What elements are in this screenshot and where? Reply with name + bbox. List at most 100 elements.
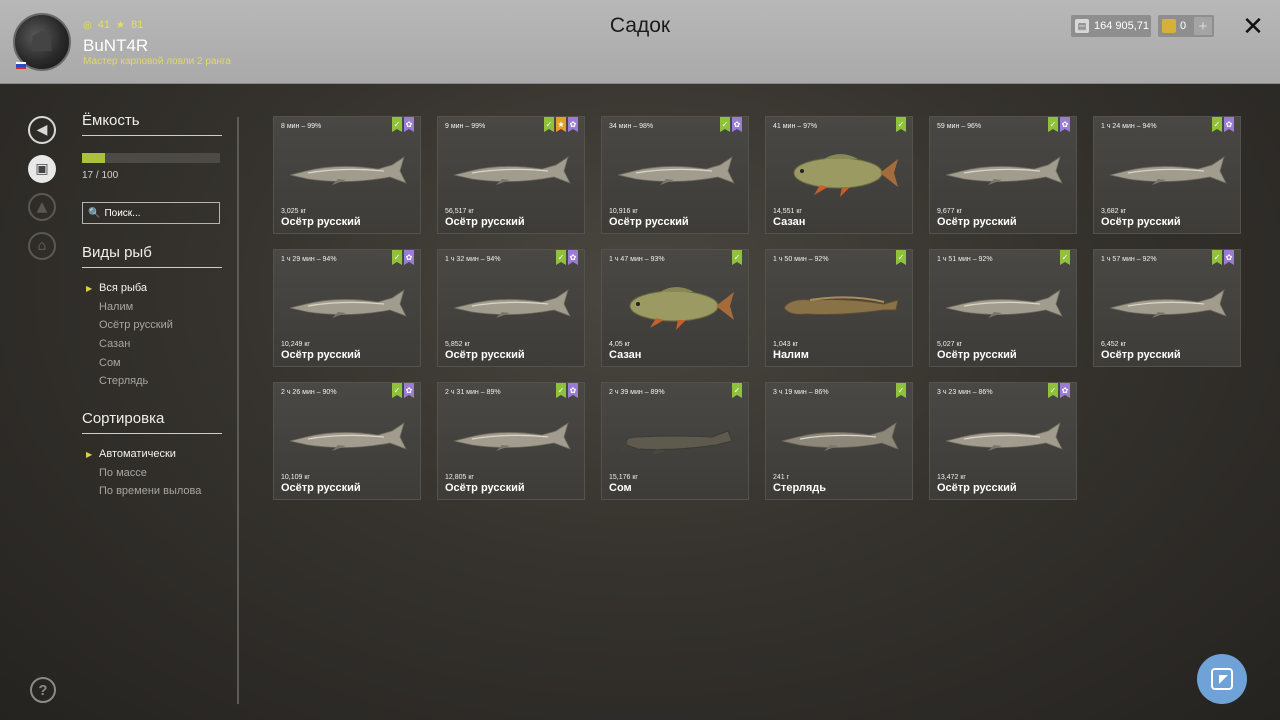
check-badge-icon: ✓	[544, 117, 554, 132]
fish-card[interactable]: 34 мин – 98% ✓ ✿ 10,916 кг Осётр русский	[601, 116, 749, 234]
fish-card[interactable]: 2 ч 26 мин – 90% ✓ ✿ 10,109 кг Осётр русски…	[273, 382, 421, 500]
check-badge-icon: ✓	[556, 383, 566, 398]
fish-card[interactable]: 1 ч 47 мин – 93% ✓ 4,05 кг Сазан	[601, 249, 749, 367]
fish-card[interactable]: 2 ч 31 мин – 89% ✓ ✿ 12,805 кг Осётр русски…	[437, 382, 585, 500]
check-badge-icon: ✓	[896, 383, 906, 398]
fish-card[interactable]: 1 ч 50 мин – 92% ✓ 1,043 кг Налим	[765, 249, 913, 367]
fish-card[interactable]: 1 ч 29 мин – 94% ✓ ✿ 10,249 кг Осётр русски…	[273, 249, 421, 367]
fish-card[interactable]: 2 ч 39 мин – 89% ✓ 15,176 кг Сом	[601, 382, 749, 500]
check-badge-icon: ✓	[1212, 250, 1222, 265]
fish-card[interactable]: 1 ч 24 мин – 94% ✓ ✿ 3,682 кг Осётр русский	[1093, 116, 1241, 234]
trophy-badge-icon: ✿	[568, 250, 578, 265]
capacity-count: 17 / 100	[82, 170, 119, 181]
help-button[interactable]: ?	[30, 677, 56, 703]
catch-time: 34 мин – 98%	[609, 123, 654, 130]
panel-divider	[237, 117, 239, 704]
close-button[interactable]: ✕	[1241, 12, 1265, 42]
fish-card[interactable]: 3 ч 23 мин – 86% ✓ ✿ 13,472 кг Осётр русски…	[929, 382, 1077, 500]
fish-name: Осётр русский	[937, 216, 1017, 228]
fish-weight: 9,677 кг	[937, 208, 963, 215]
fish-name: Сом	[609, 482, 632, 494]
fish-keepnet-tab-icon[interactable]: ◀	[28, 116, 56, 144]
fish-card[interactable]: 3 ч 19 мин – 86% ✓ 241 г Стерлядь	[765, 382, 913, 500]
check-badge-icon: ✓	[1048, 117, 1058, 132]
species-item[interactable]: ▶ Вся рыба	[86, 279, 173, 298]
sturgeon-fish-image	[1109, 289, 1227, 318]
fish-weight: 5,027 кг	[937, 341, 963, 348]
sort-item[interactable]: По времени вылова	[86, 482, 201, 501]
trophy-badge-icon: ✿	[404, 383, 414, 398]
catch-time: 1 ч 32 мин – 94%	[445, 256, 501, 263]
fish-card[interactable]: 1 ч 51 мин – 92% ✓ 5,027 кг Осётр русский	[929, 249, 1077, 367]
check-badge-icon: ✓	[732, 250, 742, 265]
fish-card[interactable]: 1 ч 32 мин – 94% ✓ ✿ 5,852 кг Осётр русский	[437, 249, 585, 367]
search-icon: 🔍	[88, 207, 101, 219]
species-item[interactable]: Осётр русский	[86, 316, 173, 335]
fish-card[interactable]: 8 мин – 99% ✓ ✿ 3,025 кг Осётр русский	[273, 116, 421, 234]
cooler-tab-icon[interactable]: ▣	[28, 155, 56, 183]
fish-weight: 1,043 кг	[773, 341, 799, 348]
catch-time: 1 ч 51 мин – 92%	[937, 256, 993, 263]
trophy-badge-icon: ✿	[1224, 117, 1234, 132]
catch-time: 1 ч 47 мин – 93%	[609, 256, 665, 263]
trophy-badge-icon: ✿	[404, 250, 414, 265]
divider	[82, 433, 222, 434]
home-tab-icon[interactable]: ⌂	[28, 232, 56, 260]
badge-group: ✓	[732, 250, 742, 265]
fish-name: Осётр русский	[445, 349, 525, 361]
species-item[interactable]: Сазан	[86, 335, 173, 354]
sort-item[interactable]: ▶ Автоматически	[86, 445, 201, 464]
top-bar: ☗ ◎ 41 ★ 81 BuNT4R Мастер карповой ловли…	[0, 0, 1280, 84]
check-badge-icon: ✓	[392, 117, 402, 132]
up-arrow-tab-icon[interactable]: ▲	[28, 193, 56, 221]
badge-group: ✓	[732, 383, 742, 398]
sort-item-label: По массе	[99, 466, 147, 479]
badge-group: ✓ ✿	[392, 383, 414, 398]
fish-name: Осётр русский	[281, 482, 361, 494]
sturgeon-fish-image	[617, 156, 735, 185]
badge-group: ✓	[896, 383, 906, 398]
check-badge-icon: ✓	[732, 383, 742, 398]
divider	[82, 267, 222, 268]
sturgeon-fish-image	[453, 289, 571, 318]
check-badge-icon: ✓	[1060, 250, 1070, 265]
sort-item[interactable]: По массе	[86, 464, 201, 483]
cursor-mode-button[interactable]	[1197, 654, 1247, 704]
fish-weight: 14,551 кг	[773, 208, 802, 215]
badge-group: ✓ ✿	[1048, 117, 1070, 132]
fish-weight: 4,05 кг	[609, 341, 631, 348]
add-gold-button[interactable]: +	[1194, 17, 1212, 35]
catch-time: 2 ч 26 мин – 90%	[281, 389, 337, 396]
star-badge-icon: ★	[556, 117, 566, 132]
species-list: ▶ Вся рыба Налим Осётр русский Сазан Сом Стерл…	[86, 279, 173, 391]
badge-group: ✓ ✿	[1212, 117, 1234, 132]
species-item-label: Сом	[99, 356, 121, 369]
fish-weight: 3,025 кг	[281, 208, 307, 215]
species-item[interactable]: Сом	[86, 353, 173, 372]
burbot-fish-image	[783, 296, 899, 315]
check-badge-icon: ✓	[556, 250, 566, 265]
species-item[interactable]: Налим	[86, 298, 173, 317]
search-input[interactable]: 🔍 Поиск...	[82, 202, 220, 224]
fish-name: Сазан	[609, 349, 642, 361]
sturgeon-fish-image	[945, 156, 1063, 185]
capacity-bar-fill	[82, 153, 106, 163]
fish-card[interactable]: 41 мин – 97% ✓ 14,551 кг Сазан	[765, 116, 913, 234]
divider	[82, 135, 222, 136]
check-badge-icon: ✓	[1212, 117, 1222, 132]
catch-time: 1 ч 29 мин – 94%	[281, 256, 337, 263]
fish-name: Осётр русский	[445, 482, 525, 494]
catfish-fish-image	[617, 430, 733, 455]
fish-card[interactable]: 1 ч 57 мин – 92% ✓ ✿ 6,452 кг Осётр русский	[1093, 249, 1241, 367]
check-badge-icon: ✓	[392, 383, 402, 398]
carp-fish-image	[793, 154, 898, 197]
fish-card[interactable]: 59 мин – 96% ✓ ✿ 9,677 кг Осётр русский	[929, 116, 1077, 234]
check-badge-icon: ✓	[896, 117, 906, 132]
sturgeon-fish-image	[289, 422, 407, 451]
fish-weight: 241 г	[773, 474, 790, 481]
species-item[interactable]: Стерлядь	[86, 372, 173, 391]
sturgeon-fish-image	[945, 422, 1063, 451]
capacity-title: Ёмкость	[82, 112, 140, 129]
fish-card[interactable]: 9 мин – 99% ✓ ★ ✿ 56,517 кг Осётр русский	[437, 116, 585, 234]
silver-value: 164 905,71	[1094, 20, 1150, 32]
